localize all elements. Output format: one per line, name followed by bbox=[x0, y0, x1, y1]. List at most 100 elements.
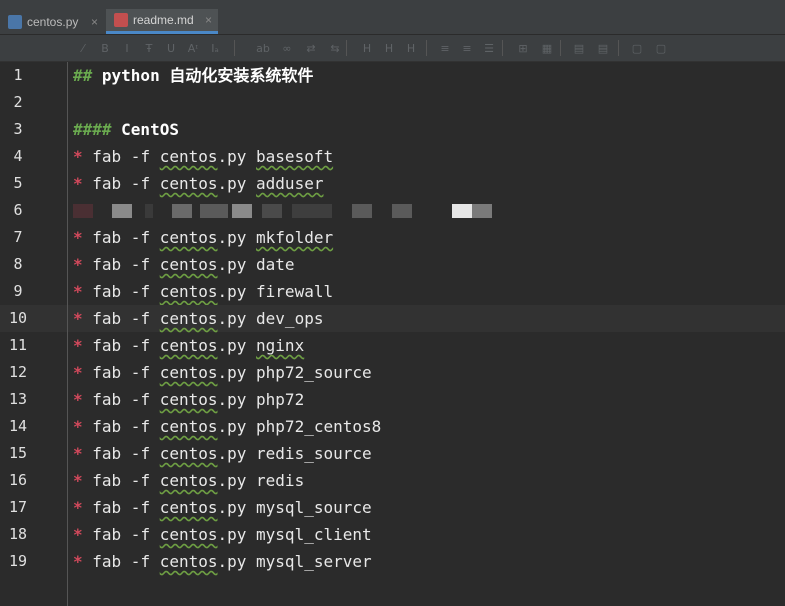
image-icon[interactable]: ⇄ bbox=[302, 39, 320, 57]
line-number: 13 bbox=[8, 390, 28, 408]
line-number: 19 bbox=[8, 552, 28, 570]
task-name: dev_ops bbox=[256, 309, 324, 328]
redacted-text bbox=[452, 204, 472, 218]
toolbar-separator bbox=[346, 40, 347, 56]
underline-icon[interactable]: U bbox=[162, 39, 180, 57]
list-bullet: * bbox=[73, 525, 83, 544]
strikethrough-icon[interactable]: Ŧ bbox=[140, 39, 158, 57]
line-content: * fab -f centos.py redis_source bbox=[73, 440, 372, 467]
copy-icon[interactable]: ▢ bbox=[652, 39, 670, 57]
editor-line[interactable]: 7 * fab -f centos.py mkfolder bbox=[0, 224, 785, 251]
command-text: fab -f bbox=[82, 336, 160, 355]
editor-line[interactable]: 2 bbox=[0, 89, 785, 116]
editor-line[interactable]: 13 * fab -f centos.py php72 bbox=[0, 386, 785, 413]
tab-centos-py[interactable]: centos.py × bbox=[0, 9, 104, 34]
markdown-file-icon bbox=[114, 13, 128, 27]
filename-text: centos bbox=[159, 228, 218, 247]
header3-icon[interactable]: H bbox=[402, 39, 420, 57]
list-bullet: * bbox=[73, 255, 83, 274]
header-icon[interactable]: H bbox=[358, 39, 376, 57]
list-icon[interactable]: ☰ bbox=[480, 39, 498, 57]
list-bullet: * bbox=[73, 336, 83, 355]
editor-line[interactable]: 18 * fab -f centos.py mysql_client bbox=[0, 521, 785, 548]
line-number: 11 bbox=[8, 336, 28, 354]
export-icon[interactable]: ▢ bbox=[628, 39, 646, 57]
filename-text: centos bbox=[159, 525, 218, 544]
editor-line[interactable]: 19 * fab -f centos.py mysql_server bbox=[0, 548, 785, 575]
command-text: fab -f bbox=[82, 471, 160, 490]
task-name: php72_centos8 bbox=[256, 417, 382, 436]
format-icon[interactable]: ⁄ bbox=[74, 39, 92, 57]
command-text: fab -f bbox=[82, 282, 160, 301]
table-icon[interactable]: ⊞ bbox=[514, 39, 532, 57]
preview-icon[interactable]: ▤ bbox=[570, 39, 588, 57]
command-text: fab -f bbox=[82, 174, 160, 193]
code-icon[interactable]: ab bbox=[254, 39, 272, 57]
close-icon[interactable]: × bbox=[91, 15, 98, 29]
line-content: * fab -f centos.py dev_ops bbox=[73, 305, 323, 332]
bold-icon[interactable]: B bbox=[96, 39, 114, 57]
italic-icon[interactable]: I bbox=[118, 39, 136, 57]
editor-line[interactable]: 8 * fab -f centos.py date bbox=[0, 251, 785, 278]
line-content: * fab -f centos.py php72_centos8 bbox=[73, 413, 381, 440]
editor-line[interactable]: 16 * fab -f centos.py redis bbox=[0, 467, 785, 494]
align-center-icon[interactable]: ≡ bbox=[458, 39, 476, 57]
link-icon[interactable]: ∞ bbox=[278, 39, 296, 57]
task-name: basesoft bbox=[256, 147, 334, 166]
editor-line[interactable]: 4 * fab -f centos.py basesoft bbox=[0, 143, 785, 170]
task-name: php72_source bbox=[256, 363, 372, 382]
list-bullet: * bbox=[73, 390, 83, 409]
toolbar-separator bbox=[426, 40, 427, 56]
header2-icon[interactable]: H bbox=[380, 39, 398, 57]
quote-icon[interactable]: ⇆ bbox=[326, 39, 344, 57]
redacted-text bbox=[145, 204, 153, 218]
current-line[interactable]: 10 * fab -f centos.py dev_ops bbox=[0, 305, 785, 332]
filename-text: centos bbox=[159, 552, 218, 571]
command-text: fab -f bbox=[82, 552, 160, 571]
superscript-icon[interactable]: Aᶦ bbox=[184, 39, 202, 57]
editor-line[interactable]: 15 * fab -f centos.py redis_source bbox=[0, 440, 785, 467]
command-text: fab -f bbox=[82, 147, 160, 166]
editor-line[interactable]: 12 * fab -f centos.py php72_source bbox=[0, 359, 785, 386]
split-icon[interactable]: ▤ bbox=[594, 39, 612, 57]
task-name: nginx bbox=[256, 336, 305, 355]
redacted-text bbox=[172, 204, 192, 218]
tab-label: readme.md bbox=[133, 13, 194, 27]
editor-line[interactable]: 6 bbox=[0, 197, 785, 224]
line-content: * fab -f centos.py mysql_client bbox=[73, 521, 372, 548]
gutter-divider bbox=[67, 62, 68, 606]
list-bullet: * bbox=[73, 228, 83, 247]
command-text: fab -f bbox=[82, 363, 160, 382]
list-bullet: * bbox=[73, 174, 83, 193]
line-number: 17 bbox=[8, 498, 28, 516]
editor-line[interactable]: 3 #### CentOS bbox=[0, 116, 785, 143]
line-number: 14 bbox=[8, 417, 28, 435]
editor-line[interactable]: 14 * fab -f centos.py php72_centos8 bbox=[0, 413, 785, 440]
close-icon[interactable]: × bbox=[205, 13, 212, 27]
editor-line[interactable]: 5 * fab -f centos.py adduser bbox=[0, 170, 785, 197]
tab-label: centos.py bbox=[27, 14, 79, 29]
filename-text: centos bbox=[159, 282, 218, 301]
redacted-text bbox=[112, 204, 132, 218]
line-number: 9 bbox=[13, 282, 23, 300]
line-number: 18 bbox=[8, 525, 28, 543]
list-bullet: * bbox=[73, 471, 83, 490]
task-name: mkfolder bbox=[256, 228, 334, 247]
align-left-icon[interactable]: ≡ bbox=[436, 39, 454, 57]
editor-line[interactable]: 9 * fab -f centos.py firewall bbox=[0, 278, 785, 305]
line-content: * fab -f centos.py mkfolder bbox=[73, 224, 333, 251]
editor-line[interactable]: 17 * fab -f centos.py mysql_source bbox=[0, 494, 785, 521]
grid-icon[interactable]: ▦ bbox=[538, 39, 556, 57]
line-content: * fab -f centos.py adduser bbox=[73, 170, 323, 197]
filename-text: centos bbox=[159, 444, 218, 463]
subscript-icon[interactable]: Iₐ bbox=[206, 39, 224, 57]
tab-readme-md[interactable]: readme.md × bbox=[106, 9, 218, 34]
extension-text: .py bbox=[217, 552, 257, 571]
line-number: 1 bbox=[13, 66, 23, 84]
editor-line[interactable]: 1 ## python 自动化安装系统软件 bbox=[0, 62, 785, 89]
line-content: * fab -f centos.py php72 bbox=[73, 386, 304, 413]
toolbar-separator bbox=[234, 40, 235, 56]
line-content: * fab -f centos.py mysql_server bbox=[73, 548, 372, 575]
line-content: #### CentOS bbox=[73, 116, 179, 143]
editor-line[interactable]: 11 * fab -f centos.py nginx bbox=[0, 332, 785, 359]
